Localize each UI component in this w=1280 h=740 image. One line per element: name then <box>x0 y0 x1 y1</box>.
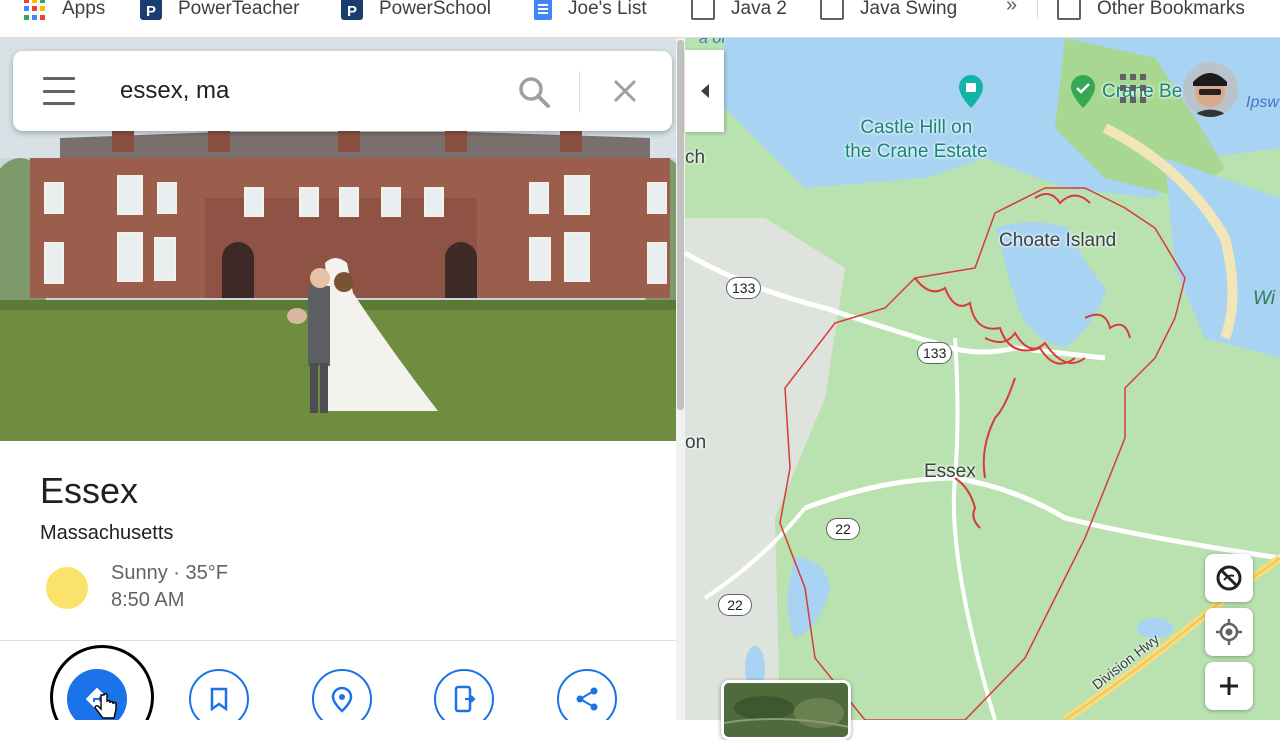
my-location-button[interactable] <box>1205 608 1253 656</box>
apps-dot <box>1140 74 1146 80</box>
save-button[interactable] <box>189 669 249 720</box>
bookmark-apps[interactable]: Apps <box>24 0 105 22</box>
account-avatar[interactable] <box>1183 62 1238 117</box>
bookmarks-separator <box>1037 0 1038 18</box>
no-traffic-icon <box>1216 565 1242 591</box>
bookmark-label: Other Bookmarks <box>1097 0 1245 19</box>
apps-dot <box>1140 85 1146 92</box>
label-ipswich: Ipsw <box>1246 94 1279 111</box>
search-box <box>13 51 672 131</box>
label-partial-wi: Wi <box>1253 288 1275 309</box>
search-divider <box>579 71 580 113</box>
bookmark-other[interactable]: Other Bookmarks <box>1057 0 1245 22</box>
bookmark-label: Java Swing <box>860 0 958 19</box>
more-bookmarks-chevron[interactable]: » <box>1006 0 1017 17</box>
route-shield-133: 133 <box>917 342 953 364</box>
menu-line <box>43 77 75 80</box>
share-button[interactable] <box>557 669 617 720</box>
label-partial-on: on <box>685 432 707 453</box>
bookmarks-bar: Apps P PowerTeacher P PowerSchool Joe's … <box>0 0 1280 38</box>
clear-search-button[interactable] <box>610 76 640 106</box>
send-to-phone-button[interactable] <box>434 669 494 720</box>
weather-info: Sunny · 35°F 8:50 AM <box>111 560 228 614</box>
place-panel: Essex Massachusetts Sunny · 35°F 8:50 AM <box>0 38 676 720</box>
label-partial-top: a of <box>699 38 726 47</box>
zoom-in-button[interactable] <box>1205 662 1253 710</box>
action-buttons <box>0 641 676 720</box>
google-doc-icon <box>534 0 552 20</box>
bookmark-java-2[interactable]: Java 2 <box>691 0 787 22</box>
caret-left-icon <box>700 84 709 98</box>
plus-icon <box>1220 677 1238 695</box>
bookmark-powerschool[interactable]: P PowerSchool <box>341 0 491 22</box>
menu-button[interactable] <box>43 77 75 105</box>
bookmark-java-swing[interactable]: Java Swing <box>820 0 957 22</box>
menu-line <box>43 102 75 105</box>
poi-label-line: Castle Hill on <box>860 117 973 138</box>
apps-dot <box>1130 96 1136 103</box>
nearby-icon <box>331 686 353 713</box>
search-button[interactable] <box>517 75 551 109</box>
place-subtitle: Massachusetts <box>40 522 174 544</box>
castle-pin-icon[interactable] <box>957 74 985 110</box>
bookmark-label: PowerTeacher <box>178 0 300 19</box>
beach-pin-icon[interactable] <box>1069 74 1097 110</box>
satellite-layer-thumbnail[interactable] <box>721 680 851 740</box>
label-choate-island: Choate Island <box>999 230 1117 251</box>
google-apps-button[interactable] <box>1120 74 1150 104</box>
crosshair-icon <box>1216 619 1242 645</box>
collapse-panel-button[interactable] <box>685 50 724 132</box>
sun-icon <box>46 567 88 609</box>
bookmark-label: Joe's List <box>568 0 647 19</box>
poi-castle-hill[interactable]: Castle Hill on the Crane Estate <box>845 116 988 164</box>
route-shield-22: 22 <box>826 518 860 540</box>
apps-grid-icon <box>24 0 46 20</box>
label-partial-ch: ch <box>685 147 706 168</box>
bookmark-powerteacher[interactable]: P PowerTeacher <box>140 0 299 22</box>
powerschool-icon: P <box>341 0 363 20</box>
label-essex: Essex <box>924 461 976 482</box>
map-canvas[interactable]: Castle Hill on the Crane Estate Crane Be… <box>685 38 1280 720</box>
route-shield-22: 22 <box>718 594 752 616</box>
search-input[interactable] <box>120 73 500 109</box>
route-shield-133: 133 <box>726 277 762 299</box>
close-icon <box>613 79 637 103</box>
scrollbar-thumb[interactable] <box>677 40 684 410</box>
bookmark-label: Apps <box>62 0 106 19</box>
share-icon <box>576 687 598 711</box>
apps-dot <box>1130 74 1136 80</box>
weather-conditions: Sunny · 35°F <box>111 562 228 584</box>
apps-dot <box>1130 85 1136 92</box>
avatar-icon <box>1183 62 1238 117</box>
place-title: Essex <box>40 470 139 511</box>
folder-icon <box>691 0 715 20</box>
bookmark-label: PowerSchool <box>379 0 491 19</box>
local-time: 8:50 AM <box>111 589 185 611</box>
bookmark-joes-list[interactable]: Joe's List <box>534 0 647 22</box>
apps-dot <box>1120 96 1126 103</box>
folder-icon <box>1057 0 1081 20</box>
menu-line <box>43 89 75 93</box>
hand-cursor-icon <box>94 693 117 719</box>
powerschool-icon: P <box>140 0 162 20</box>
traffic-layer-button[interactable] <box>1205 554 1253 602</box>
folder-icon <box>820 0 844 20</box>
apps-dot <box>1140 96 1146 103</box>
apps-dot <box>1120 74 1126 80</box>
nearby-button[interactable] <box>312 669 372 720</box>
search-icon <box>519 77 550 108</box>
poi-label-line: the Crane Estate <box>845 141 988 162</box>
bookmark-icon <box>210 687 228 712</box>
phone-icon <box>454 685 476 713</box>
satellite-preview-icon <box>724 683 848 737</box>
apps-dot <box>1120 85 1126 92</box>
bookmark-label: Java 2 <box>731 0 787 19</box>
